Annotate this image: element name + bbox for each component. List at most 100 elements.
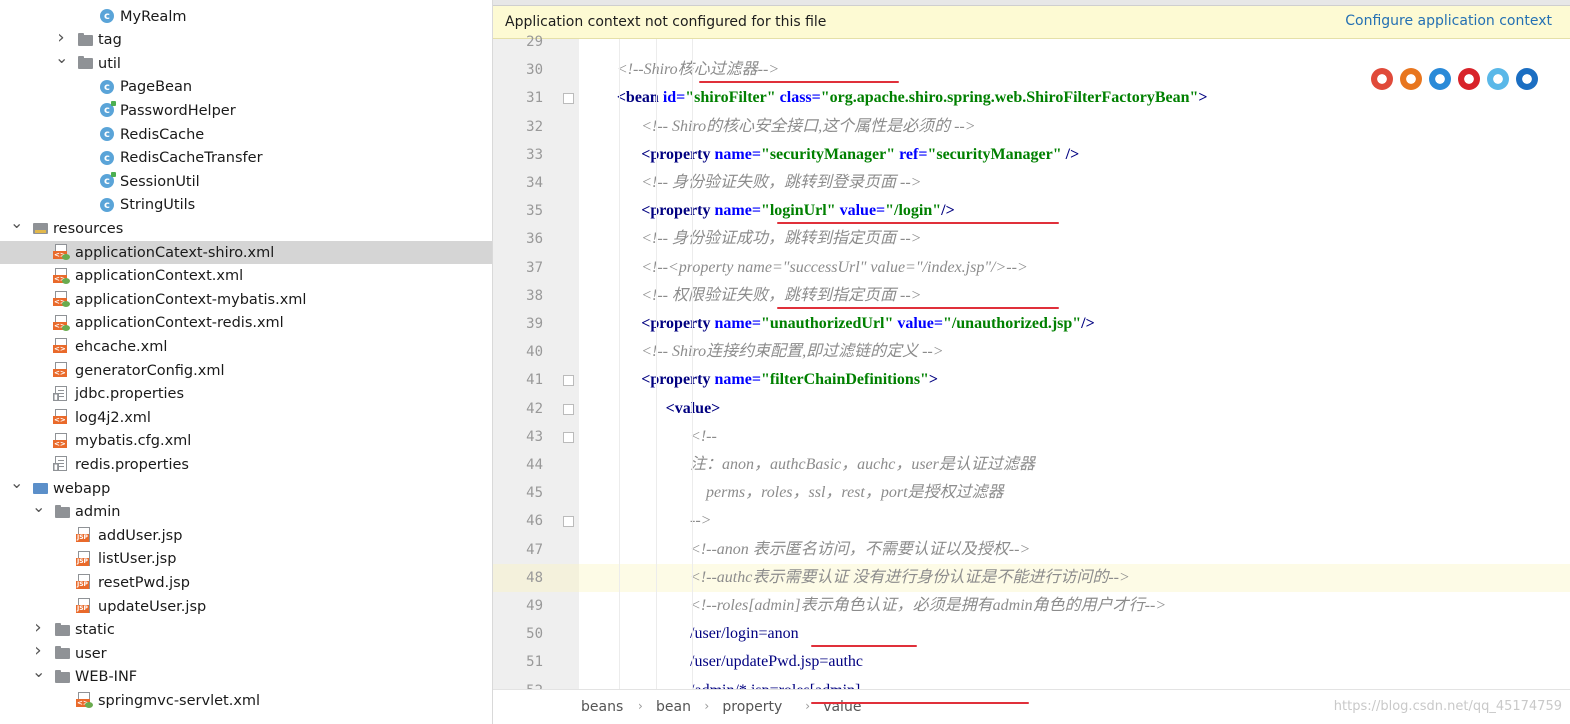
code-line[interactable]: <!-- 权限验证失败，跳转到指定页面 --> <box>579 282 1570 310</box>
folder-icon <box>55 669 70 683</box>
code-line[interactable] <box>579 39 1570 56</box>
code-token: <property <box>641 202 715 220</box>
code-editor[interactable]: Application context not configured for t… <box>493 0 1570 724</box>
code-token: <!--authc表示需要认证 没有进行身份认证是不能进行访问的--> <box>690 568 1130 586</box>
configure-context-link[interactable]: Configure application context <box>1345 13 1552 29</box>
project-tree[interactable]: c MyRealm › tag ⌄ util c PageBean c PasswordHelpe… <box>0 0 493 724</box>
tree-node[interactable]: <> ehcache.xml <box>0 335 492 358</box>
code-line[interactable]: 注：anon，authcBasic，auchc，user是认证过滤器 <box>579 451 1570 479</box>
tree-node[interactable]: › static <box>0 618 492 642</box>
code-line[interactable]: <!-- 身份验证成功，跳转到指定页面 --> <box>579 225 1570 253</box>
tree-node-label: RedisCache <box>120 126 205 143</box>
tree-node[interactable]: <> applicationContext.xml <box>0 265 492 288</box>
chevron-right-icon[interactable]: › <box>32 642 44 660</box>
jsp-file-icon: JSP <box>76 550 90 566</box>
tree-node[interactable]: ⌄ webapp <box>0 475 492 500</box>
chrome-icon[interactable] <box>1371 68 1393 90</box>
tree-node[interactable]: c SessionUtil <box>0 170 492 193</box>
ie-icon[interactable] <box>1487 68 1509 90</box>
tree-node[interactable]: c RedisCache <box>0 123 492 146</box>
line-number: 36 <box>526 231 543 248</box>
code-line[interactable]: <!--anon 表示匿名访问，不需要认证以及授权--> <box>579 536 1570 564</box>
fold-marker-icon[interactable] <box>563 431 574 443</box>
code-token: ref= <box>899 145 928 163</box>
code-line[interactable]: <property name="filterChainDefinitions"> <box>579 366 1570 394</box>
chevron-down-icon[interactable]: ⌄ <box>32 498 45 514</box>
code-line[interactable]: <!-- 身份验证失败，跳转到登录页面 --> <box>579 169 1570 197</box>
code-line[interactable]: perms，roles，ssl，rest，port是授权过滤器 <box>579 479 1570 507</box>
tree-node[interactable]: c PageBean <box>0 76 492 99</box>
fold-marker-icon[interactable] <box>563 516 574 528</box>
tree-node[interactable]: ⌄ util <box>0 50 492 75</box>
code-line[interactable]: <property name="securityManager" ref="se… <box>579 141 1570 169</box>
code-area[interactable]: <!--Shiro核心过滤器--> <bean id="shiroFilter" … <box>579 39 1570 689</box>
code-token: "loginUrl" <box>760 202 840 220</box>
tree-node[interactable]: <> log4j2.xml <box>0 406 492 429</box>
fold-marker-icon[interactable] <box>563 403 574 415</box>
tree-node[interactable]: <> generatorConfig.xml <box>0 359 492 382</box>
line-number: 31 <box>526 90 543 107</box>
code-line[interactable]: --> <box>579 507 1570 535</box>
code-line[interactable]: <!-- Shiro连接约束配置,即过滤链的定义 --> <box>579 338 1570 366</box>
line-number: 42 <box>526 400 543 417</box>
tree-node[interactable]: › tag <box>0 28 492 52</box>
code-line[interactable]: <value> <box>579 395 1570 423</box>
chevron-down-icon[interactable]: ⌄ <box>55 50 68 66</box>
tree-node[interactable]: ⌄ admin <box>0 498 492 524</box>
jsp-file-icon: JSP <box>76 574 90 590</box>
tree-node[interactable]: JSP resetPwd.jsp <box>0 571 492 594</box>
edge-icon[interactable] <box>1516 68 1538 90</box>
tree-node[interactable]: ⌄ WEB-INF <box>0 663 492 689</box>
code-token: <!-- <box>690 427 717 445</box>
tree-node[interactable]: c PasswordHelper <box>0 99 492 122</box>
chevron-down-icon[interactable]: ⌄ <box>32 663 45 679</box>
tree-node-label: RedisCacheTransfer <box>120 150 263 167</box>
tree-node[interactable]: <> applicationCatext-shiro.xml <box>0 241 492 264</box>
tree-node[interactable]: <> applicationContext-mybatis.xml <box>0 288 492 311</box>
tree-node[interactable]: <> mybatis.cfg.xml <box>0 430 492 453</box>
code-line[interactable]: <!-- <box>579 423 1570 451</box>
chevron-right-icon[interactable]: › <box>32 618 44 636</box>
tree-node[interactable]: c StringUtils <box>0 194 492 217</box>
tree-node[interactable]: JSP addUser.jsp <box>0 524 492 547</box>
tree-node[interactable]: ⌄ resources <box>0 215 492 240</box>
red-annotation-underline <box>777 306 1059 309</box>
tree-node-label: applicationCatext-shiro.xml <box>75 244 275 261</box>
tree-node-label: applicationContext-mybatis.xml <box>75 291 307 308</box>
chevron-down-icon[interactable]: ⌄ <box>10 215 23 231</box>
tree-node[interactable]: c RedisCacheTransfer <box>0 147 492 170</box>
java-class-icon: c <box>100 150 114 165</box>
code-line[interactable]: <property name="loginUrl" value="/login"… <box>579 197 1570 225</box>
breadcrumb-separator-icon: › <box>805 699 810 713</box>
tree-node[interactable]: <> springmvc-servlet.xml <box>0 689 492 712</box>
code-line[interactable]: <!--roles[admin]表示角色认证，必须是拥有admin角色的用户才行… <box>579 592 1570 620</box>
chevron-down-icon[interactable]: ⌄ <box>10 475 23 491</box>
tree-node[interactable]: › user <box>0 642 492 665</box>
code-line[interactable]: /user/login=anon <box>579 620 1570 648</box>
fold-marker-icon[interactable] <box>563 93 574 105</box>
firefox-icon[interactable] <box>1400 68 1422 90</box>
breadcrumb-item[interactable]: bean <box>656 699 691 715</box>
tree-node[interactable]: c MyRealm <box>0 5 492 28</box>
tree-node[interactable]: ▮ redis.properties <box>0 453 492 476</box>
breadcrumb-item[interactable]: beans <box>581 699 623 715</box>
banner-message: Application context not configured for t… <box>505 14 827 30</box>
code-line[interactable]: /admin/*.jsp=roles[admin] <box>579 677 1570 689</box>
tree-node[interactable]: ▮ jdbc.properties <box>0 383 492 406</box>
code-token: <!--Shiro核心过滤器--> <box>616 61 780 79</box>
tree-node[interactable]: JSP updateUser.jsp <box>0 595 492 618</box>
fold-marker-icon[interactable] <box>563 375 574 387</box>
opera-icon[interactable] <box>1458 68 1480 90</box>
line-number: 39 <box>526 316 543 332</box>
code-line[interactable]: <property name="unauthorizedUrl" value="… <box>579 310 1570 338</box>
breadcrumb-item[interactable]: property <box>722 699 782 715</box>
code-line[interactable]: <!--<property name="successUrl" value="/… <box>579 254 1570 282</box>
tree-node[interactable]: <> applicationContext-redis.xml <box>0 312 492 335</box>
safari-icon[interactable] <box>1429 68 1451 90</box>
code-line[interactable]: <!-- Shiro的核心安全接口,这个属性是必须的 --> <box>579 113 1570 141</box>
code-line[interactable]: /user/updatePwd.jsp=authc <box>579 648 1570 676</box>
chevron-right-icon[interactable]: › <box>55 28 67 46</box>
line-number-gutter[interactable]: 29 30 31 32 33 34 35 36 37 38 39 40 41 42 43 44 45 46 47 48… <box>493 34 579 699</box>
code-line[interactable]: <!--authc表示需要认证 没有进行身份认证是不能进行访问的--> <box>579 563 1570 592</box>
tree-node[interactable]: JSP listUser.jsp <box>0 548 492 571</box>
